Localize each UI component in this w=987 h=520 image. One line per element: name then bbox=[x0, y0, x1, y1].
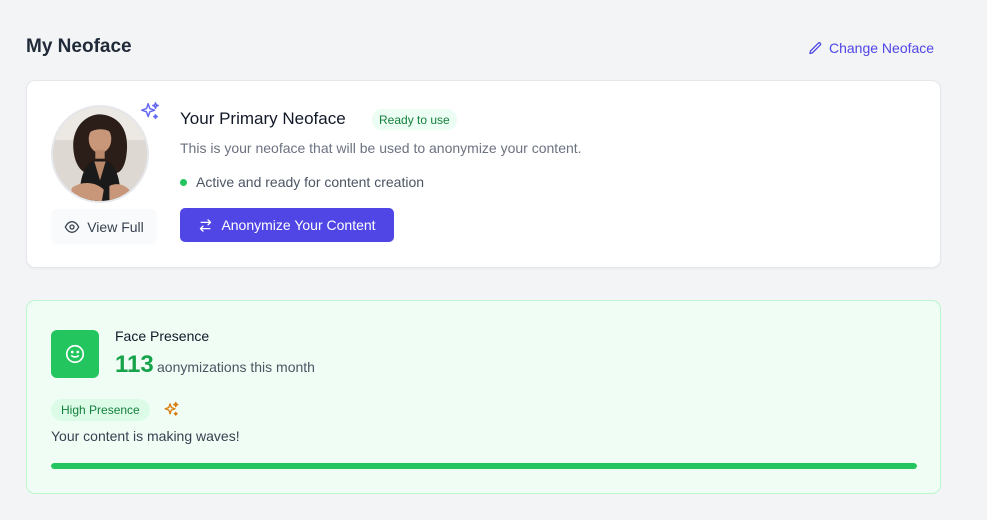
sparkles-icon bbox=[164, 401, 179, 416]
presence-progress-bar bbox=[51, 463, 917, 469]
eye-icon bbox=[64, 220, 80, 233]
presence-level-badge: High Presence bbox=[51, 399, 150, 421]
my-neoface-page: My Neoface Change Neoface View Full Your… bbox=[0, 0, 987, 520]
presence-progress-fill bbox=[51, 463, 917, 469]
anonymize-content-button[interactable]: Anonymize Your Content bbox=[180, 208, 394, 242]
anonymization-count: 113 bbox=[115, 351, 154, 378]
avatar-portrait bbox=[53, 107, 147, 201]
pencil-icon bbox=[809, 41, 822, 54]
swap-arrows-icon bbox=[200, 218, 212, 232]
change-neoface-label: Change Neoface bbox=[829, 40, 935, 56]
view-full-button[interactable]: View Full bbox=[51, 209, 157, 244]
face-presence-label: Face Presence bbox=[115, 328, 210, 344]
face-presence-card: Face Presence 113 aonymizations this mon… bbox=[26, 300, 941, 494]
ready-status-badge: Ready to use bbox=[372, 109, 457, 130]
view-full-label: View Full bbox=[87, 218, 144, 235]
smile-icon bbox=[65, 344, 85, 364]
sparkles-icon bbox=[141, 102, 159, 120]
presence-message: Your content is making waves! bbox=[51, 428, 240, 444]
primary-neoface-title: Your Primary Neoface bbox=[180, 109, 346, 128]
section-title: My Neoface bbox=[26, 36, 132, 57]
neoface-avatar[interactable] bbox=[51, 105, 149, 203]
active-status: Active and ready for content creation bbox=[180, 174, 424, 190]
presence-icon-tile bbox=[51, 330, 99, 378]
active-status-label: Active and ready for content creation bbox=[196, 174, 425, 190]
primary-neoface-card: View Full Your Primary Neoface Ready to … bbox=[26, 80, 941, 268]
status-dot-icon bbox=[180, 178, 187, 186]
change-neoface-link[interactable]: Change Neoface bbox=[808, 40, 934, 56]
anonymize-content-label: Anonymize Your Content bbox=[221, 217, 376, 233]
primary-neoface-description: This is your neoface that will be used t… bbox=[180, 140, 582, 156]
anonymization-count-label: aonymizations this month bbox=[157, 359, 315, 375]
